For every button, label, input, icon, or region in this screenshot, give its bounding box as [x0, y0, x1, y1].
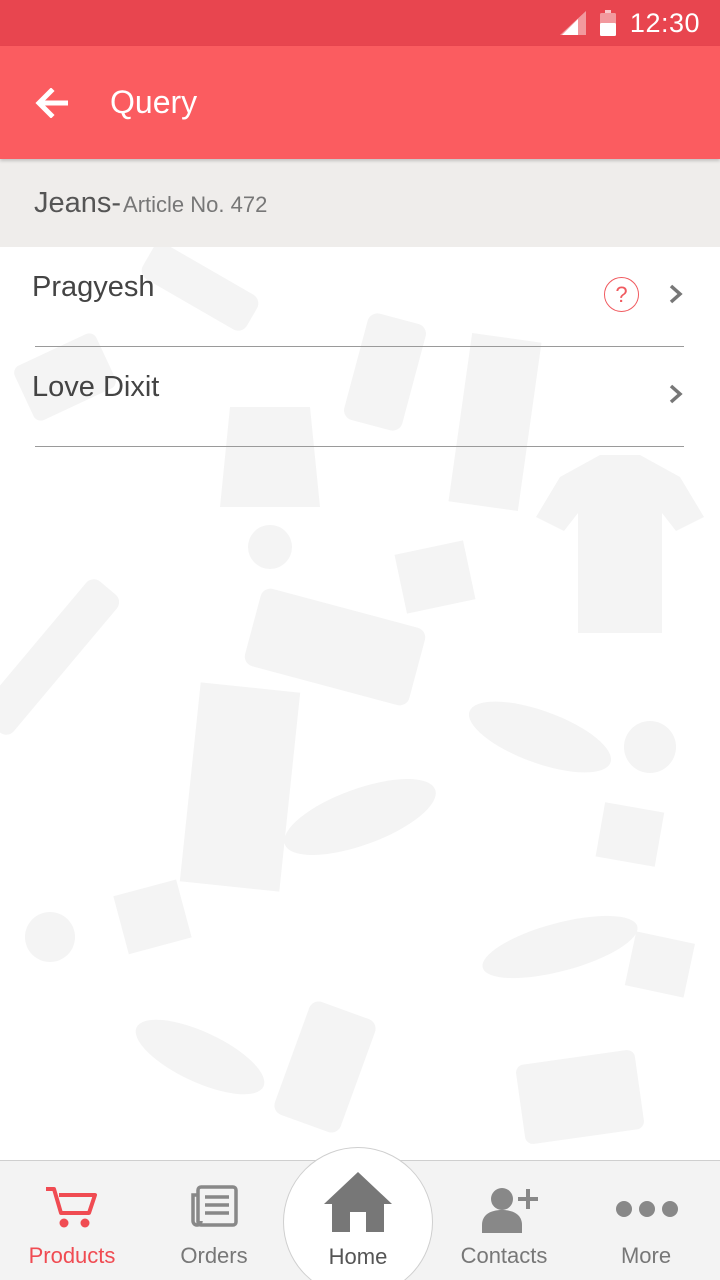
chevron-right-icon [669, 284, 683, 304]
arrow-left-icon [35, 87, 68, 118]
chevron-right-icon [669, 384, 683, 404]
add-contact-icon [482, 1188, 538, 1233]
home-icon [324, 1172, 392, 1232]
list-item[interactable]: Love Dixit [32, 347, 684, 447]
nav-label: Products [28, 1243, 116, 1268]
status-bar: 12:30 [0, 0, 720, 46]
nav-contacts[interactable]: Contacts [432, 1161, 576, 1280]
product-name: Jeans- [34, 186, 122, 219]
bottom-navigation: Products Orders Home Contacts More [0, 1147, 720, 1280]
nav-orders[interactable]: Orders [142, 1161, 286, 1280]
nav-home[interactable]: Home [283, 1147, 433, 1280]
nav-products[interactable]: Products [0, 1161, 144, 1280]
query-user-name: Love Dixit [32, 371, 160, 403]
back-button[interactable] [0, 46, 104, 159]
cart-icon [46, 1187, 97, 1228]
list-item[interactable]: Pragyesh ? [32, 247, 684, 347]
nav-label: Contacts [460, 1243, 548, 1268]
nav-label: Orders [180, 1243, 248, 1268]
query-list: Pragyesh ? Love Dixit [0, 247, 720, 447]
battery-icon [599, 10, 616, 36]
product-article-number: Article No. 472 [123, 192, 268, 217]
status-time: 12:30 [629, 7, 700, 38]
orders-icon [191, 1185, 238, 1227]
nav-label: Home [328, 1244, 388, 1269]
app-bar: Query [0, 46, 720, 159]
signal-icon [559, 11, 586, 35]
query-user-name: Pragyesh [32, 271, 155, 303]
nav-more[interactable]: More [574, 1161, 718, 1280]
page-title: Query [110, 84, 198, 120]
product-header: Jeans- Article No. 472 [0, 159, 720, 247]
question-icon: ? [604, 277, 639, 312]
more-dots-icon [616, 1201, 678, 1217]
nav-label: More [620, 1243, 672, 1268]
